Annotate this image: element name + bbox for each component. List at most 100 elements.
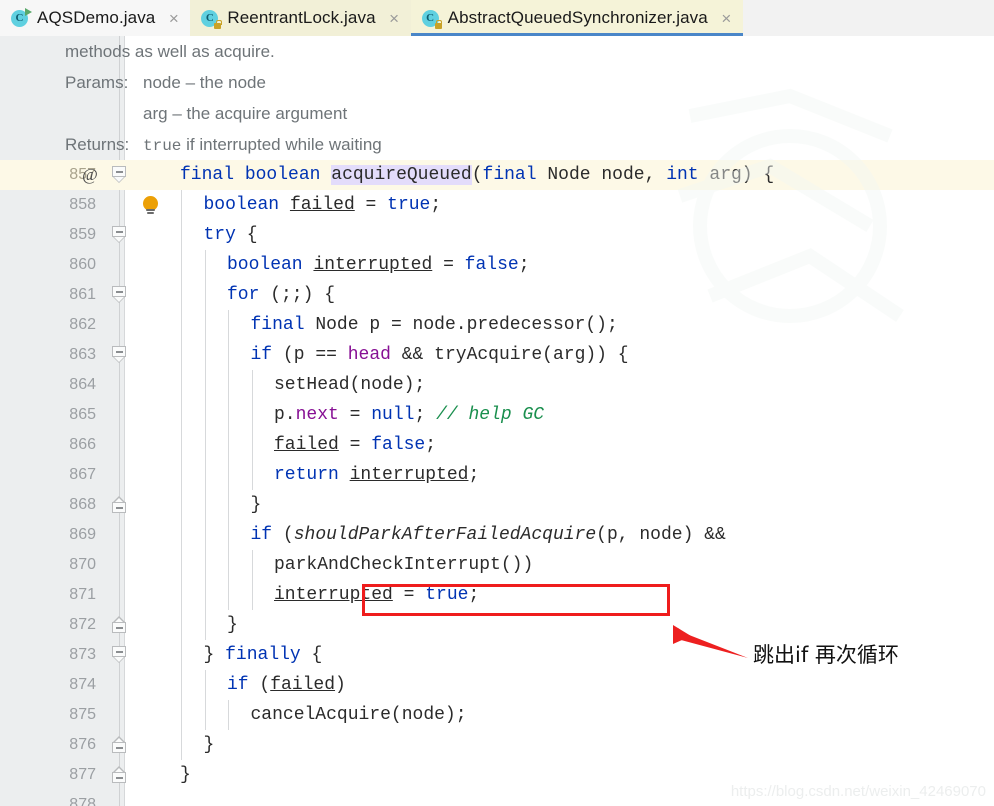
code-text[interactable]: final Node p = node.predecessor(); [251, 310, 618, 340]
code-text[interactable]: boolean failed = true; [204, 190, 442, 220]
code-line[interactable]: 863 if (p == head && tryAcquire(arg)) { [0, 340, 994, 370]
fold-collapse-icon[interactable] [112, 646, 127, 663]
line-number: 861 [69, 286, 96, 303]
code-line[interactable]: 859 try { [0, 220, 994, 250]
code-line[interactable]: 857 @ final boolean acquireQueued(final No… [0, 160, 994, 190]
code-text[interactable]: if (p == head && tryAcquire(arg)) { [251, 340, 629, 370]
code-token: final [180, 165, 235, 185]
line-number: 872 [69, 616, 96, 633]
code-token: shouldParkAfterFailedAcquire [293, 525, 597, 545]
intention-bulb-icon[interactable] [142, 196, 160, 216]
code-text[interactable]: } [204, 730, 215, 760]
line-number: 858 [69, 196, 96, 213]
line-number: 868 [69, 496, 96, 513]
code-token: { [300, 645, 323, 665]
code-editor[interactable]: methods as well as acquire. Params: node … [0, 36, 994, 806]
code-text[interactable]: if (failed) [227, 670, 346, 700]
code-text[interactable]: } finally { [204, 640, 323, 670]
code-line[interactable]: 864 setHead(node); [0, 370, 994, 400]
fold-collapse-icon[interactable] [112, 346, 127, 363]
editor-tab-abstractqueuedsynchronizer[interactable]: C AbstractQueuedSynchronizer.java × [410, 0, 743, 36]
code-token: try [203, 225, 236, 245]
fold-end-icon[interactable] [112, 616, 127, 633]
code-text[interactable]: setHead(node); [274, 370, 425, 400]
code-line[interactable]: 872} [0, 610, 994, 640]
code-text[interactable]: parkAndCheckInterrupt()) [274, 550, 533, 580]
code-line[interactable]: 868} [0, 490, 994, 520]
code-line[interactable]: 869 if (shouldParkAfterFailedAcquire(p, n… [0, 520, 994, 550]
code-line[interactable]: 870 parkAndCheckInterrupt()) [0, 550, 994, 580]
code-token: boolean [227, 255, 303, 275]
code-text[interactable]: if (shouldParkAfterFailedAcquire(p, node… [251, 520, 726, 550]
tab-bar-filler [742, 0, 994, 36]
code-line[interactable]: 871 interrupted = true; [0, 580, 994, 610]
editor-tab-aqsdemo[interactable]: C AQSDemo.java × [0, 0, 191, 36]
code-token: false [371, 435, 426, 455]
code-text[interactable]: failed = false; [274, 430, 436, 460]
code-line[interactable]: 858 boolean failed = true; [0, 190, 994, 220]
code-token: { [235, 225, 258, 245]
fold-end-icon[interactable] [112, 766, 127, 783]
code-line[interactable]: 865 p.next = null; // help GC [0, 400, 994, 430]
code-text[interactable]: try { [204, 220, 258, 250]
code-token: acquireQueued [331, 165, 472, 185]
code-token: failed [270, 675, 336, 695]
close-icon[interactable]: × [166, 10, 181, 27]
code-token: ; [430, 195, 442, 215]
close-icon[interactable]: × [387, 10, 402, 27]
code-text[interactable]: final boolean acquireQueued(final Node n… [180, 160, 774, 190]
code-token: finally [225, 645, 301, 665]
line-number: 878 [69, 796, 96, 806]
code-text[interactable]: } [251, 490, 262, 520]
code-text[interactable]: p.next = null; // help GC [274, 400, 544, 430]
line-number: 864 [69, 376, 96, 393]
code-token: true [425, 585, 469, 605]
editor-tab-reentrantlock[interactable]: C ReentrantLock.java × [190, 0, 411, 36]
code-token: (;;) { [259, 285, 336, 305]
code-text[interactable]: } [180, 760, 191, 790]
code-token: = [338, 405, 372, 425]
code-token: } [203, 645, 226, 665]
code-text[interactable]: for (;;) { [227, 280, 335, 310]
javadoc-params-second: arg – the acquire argument [143, 104, 348, 123]
code-token: p = node.predecessor(); [358, 315, 618, 335]
code-token: failed [289, 195, 355, 215]
java-class-lock-icon: C [201, 9, 222, 29]
code-text[interactable]: interrupted = true; [274, 580, 479, 610]
code-line[interactable]: 861 for (;;) { [0, 280, 994, 310]
code-text[interactable]: boolean interrupted = false; [227, 250, 530, 280]
editor-tab-label: AQSDemo.java [37, 8, 156, 27]
code-text[interactable]: return interrupted; [274, 460, 479, 490]
code-line[interactable]: 875 cancelAcquire(node); [0, 700, 994, 730]
code-token: return [274, 465, 339, 485]
code-token: next [295, 405, 339, 425]
code-token: if [250, 525, 273, 545]
fold-end-icon[interactable] [112, 496, 127, 513]
fold-collapse-icon[interactable] [112, 166, 127, 183]
code-line[interactable]: 862 final Node p = node.predecessor(); [0, 310, 994, 340]
fold-collapse-icon[interactable] [112, 226, 127, 243]
indent-guide [228, 700, 229, 730]
screenshot-root: C AQSDemo.java × C ReentrantLock.java × … [0, 0, 994, 806]
code-line[interactable]: 874 if (failed) [0, 670, 994, 700]
code-token: ; [425, 435, 437, 455]
annotation-note: 跳出if 再次循环 [753, 643, 899, 667]
code-token: } [227, 615, 238, 635]
indent-guide [251, 550, 253, 610]
line-number: 870 [69, 556, 96, 573]
code-line[interactable]: 867 return interrupted; [0, 460, 994, 490]
code-token: parkAndCheckInterrupt()) [274, 555, 534, 575]
code-token: interrupted [349, 465, 469, 485]
java-class-lock-icon: C [421, 9, 443, 29]
code-line[interactable]: 866 failed = false; [0, 430, 994, 460]
close-icon[interactable]: × [719, 10, 734, 27]
code-line[interactable]: 876} [0, 730, 994, 760]
override-annotation-icon[interactable]: @ [75, 160, 105, 190]
fold-collapse-icon[interactable] [112, 286, 127, 303]
code-text[interactable]: cancelAcquire(node); [251, 700, 467, 730]
fold-end-icon[interactable] [112, 736, 127, 753]
code-line[interactable]: 860 boolean interrupted = false; [0, 250, 994, 280]
code-text[interactable]: } [227, 610, 238, 640]
